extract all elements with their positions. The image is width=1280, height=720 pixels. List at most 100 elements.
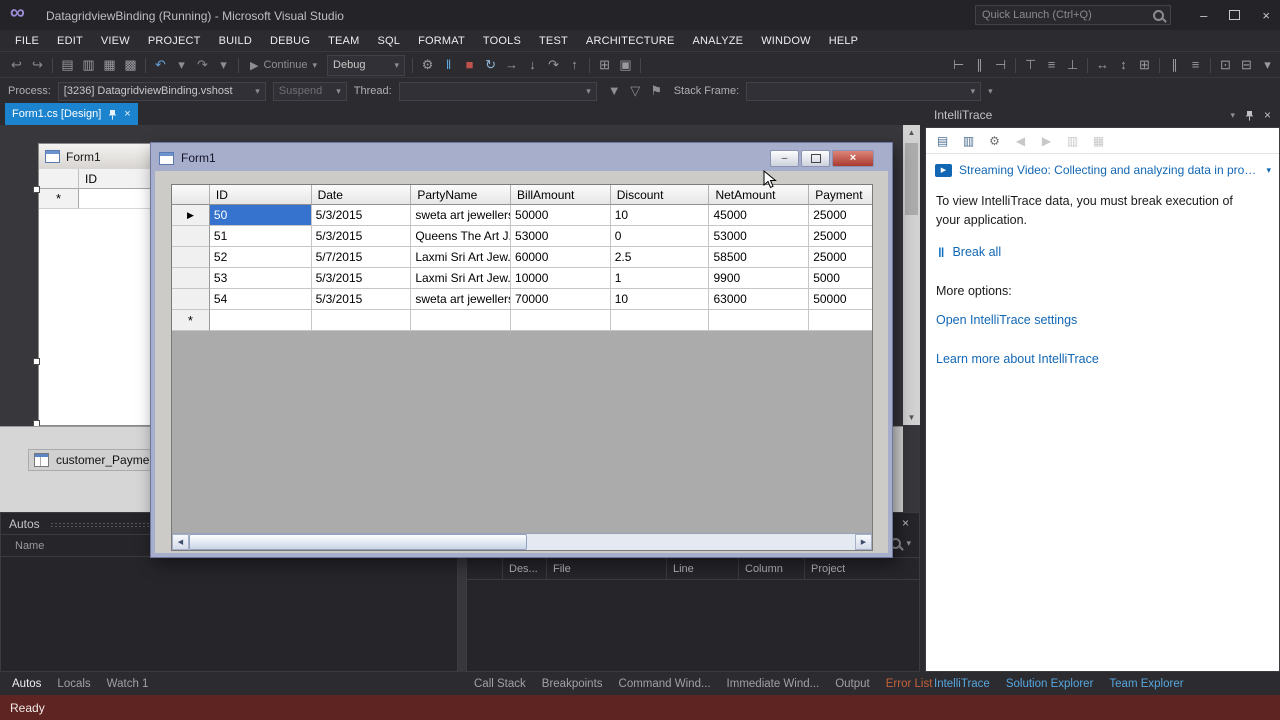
new-row-header[interactable]: * xyxy=(172,310,210,331)
grid-cell[interactable]: 10000 xyxy=(511,268,611,289)
it-settings-gear-icon[interactable]: ⚙ xyxy=(986,130,1003,152)
column-header-billamount[interactable]: BillAmount xyxy=(511,185,611,205)
open-file-icon[interactable]: ▥ xyxy=(78,53,99,77)
pin-icon[interactable] xyxy=(108,109,117,120)
grid-cell[interactable]: 5000 xyxy=(809,268,872,289)
vertical-spacing-icon[interactable]: ≡ xyxy=(1185,53,1206,77)
scroll-down-icon[interactable]: ▼ xyxy=(903,413,920,422)
grid-cell[interactable]: 9900 xyxy=(709,268,810,289)
menu-item-architecture[interactable]: ARCHITECTURE xyxy=(577,32,684,50)
row-header[interactable] xyxy=(172,289,210,310)
grid-cell[interactable]: 5/7/2015 xyxy=(311,247,412,268)
errorlist-column-project[interactable]: Project xyxy=(805,558,919,579)
bring-to-front-icon[interactable]: ⊡ xyxy=(1215,53,1236,77)
column-header-date[interactable]: Date xyxy=(311,185,412,205)
scrollbar-thumb[interactable] xyxy=(905,143,918,215)
toolbar-overflow-icon[interactable]: ▾ xyxy=(1257,53,1278,77)
align-bottoms-icon[interactable]: ⊥ xyxy=(1062,53,1083,77)
grid-cell[interactable]: 10 xyxy=(610,289,710,310)
panel-tab-locals[interactable]: Locals xyxy=(49,674,98,694)
stop-debugging-icon[interactable]: ■ xyxy=(459,53,480,77)
scroll-up-icon[interactable]: ▲ xyxy=(903,128,920,137)
break-all-icon[interactable]: ‖ xyxy=(438,53,459,77)
nav-forward-icon[interactable]: ↪ xyxy=(27,53,48,77)
menu-item-test[interactable]: TEST xyxy=(530,32,577,50)
panel-tab-autos[interactable]: Autos xyxy=(4,674,49,694)
close-button[interactable]: × xyxy=(1262,8,1270,23)
grid-cell[interactable]: 0 xyxy=(610,226,710,247)
grid-cell[interactable]: 58500 xyxy=(709,247,810,268)
errorlist-column-line[interactable]: Line xyxy=(667,558,739,579)
grid-cell[interactable] xyxy=(610,310,710,331)
restore-button[interactable] xyxy=(1229,10,1241,20)
grid-cell[interactable]: Queens The Art J... xyxy=(411,226,512,247)
step-over-icon[interactable]: ↷ xyxy=(543,53,564,77)
filter-threads-icon[interactable]: ▼ xyxy=(604,79,625,103)
designer-resize-handle[interactable] xyxy=(33,358,40,365)
scroll-right-icon[interactable]: ▶ xyxy=(855,534,872,550)
grid-cell[interactable]: 60000 xyxy=(511,247,611,268)
new-file-icon[interactable]: ▤ xyxy=(57,53,78,77)
continue-button[interactable]: ▶ Continue ▾ xyxy=(243,57,324,74)
grid-cell[interactable]: Laxmi Sri Art Jew... xyxy=(411,247,512,268)
flag-threads-icon[interactable]: ⚑ xyxy=(646,79,667,103)
app-form-window[interactable]: Form1 – × ID Date PartyName BillAmount Disco… xyxy=(150,142,893,558)
filter-frames-icon[interactable]: ▽ xyxy=(625,79,646,103)
make-same-width-icon[interactable]: ↔ xyxy=(1092,53,1113,77)
menu-item-debug[interactable]: DEBUG xyxy=(261,32,319,50)
grid-cell[interactable]: 53 xyxy=(209,268,312,289)
stack-frame-dropdown[interactable]: ▾ xyxy=(746,81,982,101)
datagridview[interactable]: ID Date PartyName BillAmount Discount NetAmou… xyxy=(171,184,873,551)
nav-backward-icon[interactable]: ↩ xyxy=(6,53,27,77)
grid-cell[interactable]: 50 xyxy=(209,205,312,226)
menu-item-tools[interactable]: TOOLS xyxy=(474,32,530,50)
it-events-view-icon[interactable]: ▤ xyxy=(934,130,951,152)
scroll-left-icon[interactable]: ◀ xyxy=(172,534,189,550)
grid-horizontal-scrollbar[interactable]: ◀ ▶ xyxy=(172,533,872,550)
form-close-button[interactable]: × xyxy=(832,149,874,167)
close-tab-icon[interactable]: × xyxy=(124,108,130,120)
align-centers-icon[interactable]: ∥ xyxy=(969,53,990,77)
intellitrace-titlebar[interactable]: IntelliTrace ▾ × xyxy=(925,103,1280,127)
streaming-video-link[interactable]: ▶ Streaming Video: Collecting and analyz… xyxy=(926,154,1279,177)
form-minimize-button[interactable]: – xyxy=(770,149,799,167)
align-tops-icon[interactable]: ⊤ xyxy=(1020,53,1041,77)
grid-cell[interactable]: 10 xyxy=(610,205,710,226)
grid-cell[interactable] xyxy=(511,310,611,331)
panel-tab-command-wind-[interactable]: Command Wind... xyxy=(611,674,719,694)
suspend-dropdown[interactable]: Suspend ▾ xyxy=(272,81,347,101)
align-middles-icon[interactable]: ≡ xyxy=(1041,53,1062,77)
close-panel-icon[interactable]: × xyxy=(902,516,909,530)
menu-item-format[interactable]: FORMAT xyxy=(409,32,474,50)
send-to-back-icon[interactable]: ⊟ xyxy=(1236,53,1257,77)
show-next-statement-icon[interactable]: → xyxy=(501,53,522,77)
grid-cell[interactable]: 5/3/2015 xyxy=(311,289,412,310)
menu-item-view[interactable]: VIEW xyxy=(92,32,139,50)
it-save-log-icon[interactable]: ▦ xyxy=(1090,130,1107,152)
toolbar-overflow-icon[interactable]: ▾ xyxy=(988,86,993,97)
panel-tab-immediate-wind-[interactable]: Immediate Wind... xyxy=(719,674,828,694)
it-next-event-icon[interactable]: ▶ xyxy=(1038,130,1055,152)
designer-grid-column-id[interactable]: ID xyxy=(79,169,153,189)
errorlist-column-des[interactable]: Des... xyxy=(503,558,547,579)
grid-cell[interactable] xyxy=(411,310,512,331)
chevron-down-icon[interactable]: ▾ xyxy=(171,53,192,77)
make-same-height-icon[interactable]: ↕ xyxy=(1113,53,1134,77)
menu-item-edit[interactable]: EDIT xyxy=(48,32,92,50)
grid-cell[interactable]: 5/3/2015 xyxy=(311,205,412,226)
align-rights-icon[interactable]: ⊣ xyxy=(990,53,1011,77)
grid-cell[interactable]: 53000 xyxy=(709,226,810,247)
grid-cell[interactable] xyxy=(209,310,312,331)
minimize-button[interactable]: – xyxy=(1200,8,1207,23)
column-header-partyname[interactable]: PartyName xyxy=(411,185,512,205)
panel-tab-watch-1[interactable]: Watch 1 xyxy=(99,674,157,694)
grid-cell[interactable]: 5/3/2015 xyxy=(311,268,412,289)
grid-cell[interactable]: 25000 xyxy=(809,205,872,226)
panel-tab-breakpoints[interactable]: Breakpoints xyxy=(534,674,611,694)
column-header-netamount[interactable]: NetAmount xyxy=(709,185,810,205)
menu-item-team[interactable]: TEAM xyxy=(319,32,368,50)
step-out-icon[interactable]: ↑ xyxy=(564,53,585,77)
grid-cell[interactable]: 54 xyxy=(209,289,312,310)
menu-item-analyze[interactable]: ANALYZE xyxy=(684,32,753,50)
grid-cell[interactable]: 2.5 xyxy=(610,247,710,268)
